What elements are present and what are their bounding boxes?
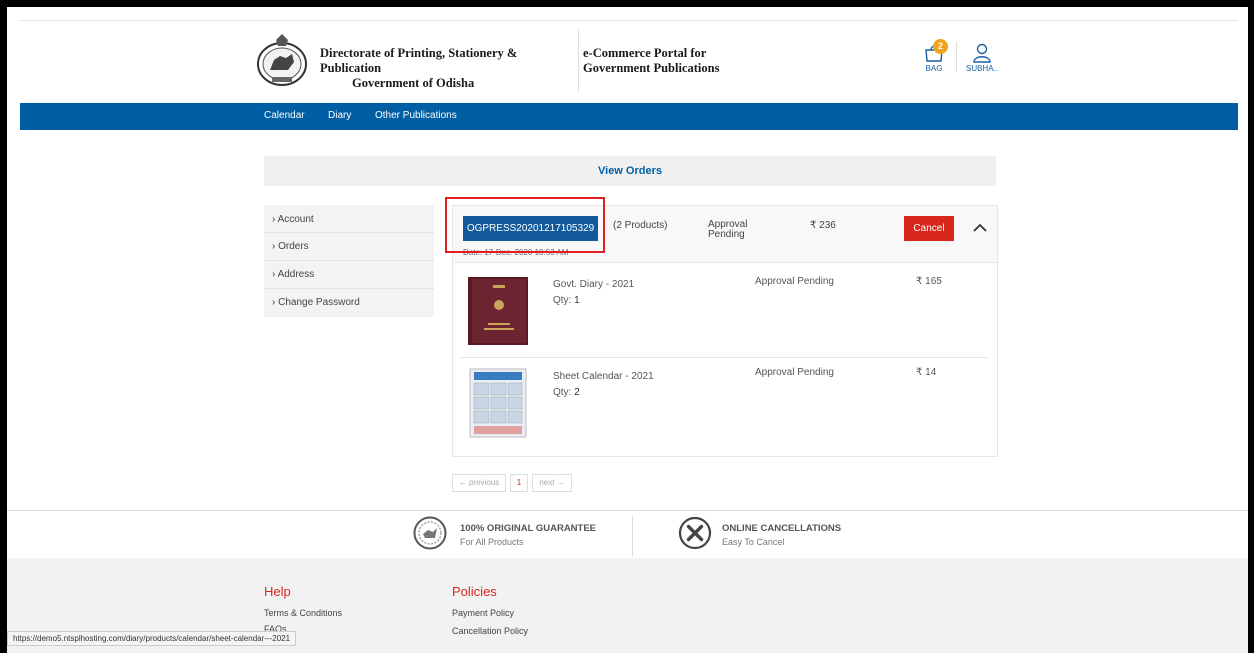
window-top-border [0, 0, 1254, 7]
footer-link-cancellation-policy[interactable]: Cancellation Policy [452, 626, 528, 636]
sidebar-item-label: Orders [278, 241, 309, 252]
account-sidebar: › Account › Orders › Address › Change Pa… [264, 205, 434, 317]
feature-subtitle: For All Products [460, 537, 524, 547]
qty-value: 1 [574, 295, 580, 306]
qty-value: 2 [574, 387, 580, 398]
sidebar-item-label: Change Password [278, 297, 360, 308]
product-name[interactable]: Govt. Diary - 2021 [553, 279, 634, 290]
sidebar-divider [264, 260, 434, 261]
directorate-line-2: Government of Odisha [352, 76, 475, 90]
header-divider [578, 30, 579, 92]
portal-title: e-Commerce Portal for Government Publica… [583, 46, 783, 76]
window-right-border [1248, 0, 1254, 653]
user-name-label: SUBHA.. [965, 64, 998, 73]
pagination-page[interactable]: 1 [510, 474, 528, 492]
features-bar [7, 510, 1248, 559]
pagination-previous[interactable]: ← previous [452, 474, 506, 492]
calendar-product-image[interactable] [462, 367, 534, 439]
product-qty: Qty: 1 [553, 295, 580, 306]
feature-title: ONLINE CANCELLATIONS [722, 523, 842, 534]
footer-help-heading: Help [264, 584, 291, 599]
sidebar-item-address[interactable]: › Address [272, 269, 314, 280]
user-icon [973, 43, 991, 63]
sidebar-item-label: Address [277, 269, 315, 280]
cancel-order-button[interactable]: Cancel [904, 216, 954, 241]
bag-count-badge: 2 [933, 39, 948, 54]
product-status: Approval Pending [755, 276, 834, 287]
directorate-line-1: Directorate of Printing, Stationery & Pu… [320, 46, 518, 75]
product-name[interactable]: Sheet Calendar - 2021 [553, 371, 654, 382]
portal-line-2: Government Publications [583, 61, 720, 75]
footer-policies-heading: Policies [452, 584, 497, 599]
odisha-emblem-icon[interactable] [252, 30, 312, 90]
order-products-count: (2 Products) [613, 220, 668, 231]
original-seal-icon [413, 516, 447, 550]
product-price: ₹ 14 [916, 367, 937, 378]
footer-link-terms[interactable]: Terms & Conditions [264, 608, 342, 618]
sidebar-item-label: Account [277, 214, 314, 225]
browser-status-url: https://demo5.ntsplhosting.com/diary/pro… [7, 631, 297, 646]
order-total: ₹ 236 [810, 220, 836, 231]
product-price: ₹ 165 [916, 276, 942, 287]
pagination-next[interactable]: next → [532, 474, 572, 492]
window-left-border [0, 0, 7, 653]
feature-title: 100% ORIGINAL GUARANTEE [460, 523, 597, 534]
cancel-circle-icon [678, 516, 712, 550]
order-status: Approval Pending [708, 219, 748, 240]
user-account-button[interactable]: SUBHA.. [962, 43, 1002, 77]
feature-subtitle: Easy To Cancel [722, 537, 785, 547]
nav-calendar[interactable]: Calendar [264, 110, 305, 121]
qty-label: Qty: [553, 295, 572, 306]
qty-label: Qty: [553, 387, 572, 398]
sidebar-divider [264, 288, 434, 289]
bag-label: BAG [925, 64, 943, 73]
footer-link-payment-policy[interactable]: Payment Policy [452, 608, 514, 618]
main-navbar: Calendar Diary Other Publications [20, 103, 1238, 130]
sidebar-divider [264, 232, 434, 233]
product-qty: Qty: 2 [553, 387, 580, 398]
highlight-box [445, 197, 605, 253]
sidebar-item-account[interactable]: › Account [272, 214, 314, 225]
chevron-up-icon[interactable] [970, 218, 990, 238]
sidebar-item-change-password[interactable]: › Change Password [272, 297, 360, 308]
diary-product-image[interactable] [462, 275, 534, 347]
page-title: View Orders [264, 156, 996, 186]
nav-diary[interactable]: Diary [328, 110, 351, 121]
sidebar-item-orders[interactable]: › Orders [272, 241, 309, 252]
portal-line-1: e-Commerce Portal for [583, 46, 707, 60]
features-divider [632, 516, 633, 556]
product-status: Approval Pending [755, 367, 834, 378]
directorate-title: Directorate of Printing, Stationery & Pu… [320, 46, 580, 91]
item-divider [460, 357, 988, 358]
nav-other-publications[interactable]: Other Publications [375, 110, 457, 121]
bag-button[interactable]: 2 BAG [918, 39, 950, 77]
header-icon-divider [956, 42, 957, 72]
